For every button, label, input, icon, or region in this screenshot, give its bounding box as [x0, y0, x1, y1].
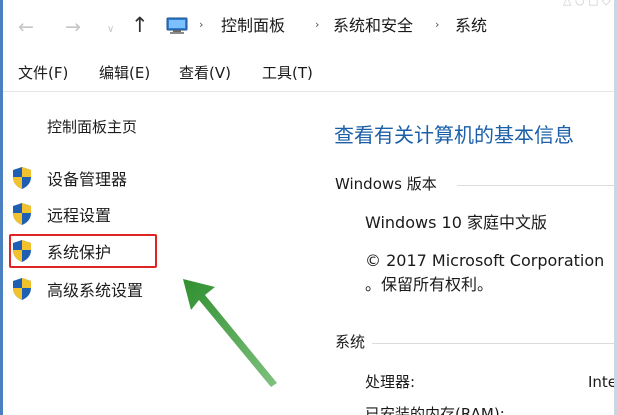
task-label: 设备管理器	[47, 170, 128, 189]
green-arrow-icon	[183, 279, 277, 387]
menu-view[interactable]: 查看(V)	[179, 64, 231, 82]
task-label: 高级系统设置	[47, 281, 144, 300]
page-title: 查看有关计算机的基本信息	[334, 123, 574, 147]
up-arrow-icon[interactable]: ↑	[131, 15, 149, 36]
window-scrollbar-track[interactable]	[614, 0, 618, 415]
computer-icon	[166, 17, 188, 34]
task-label: 远程设置	[47, 206, 112, 225]
section-divider	[372, 343, 614, 344]
breadcrumb-separator-icon: ›	[435, 18, 440, 31]
breadcrumb-separator-icon: ›	[315, 18, 320, 31]
menu-edit[interactable]: 编辑(E)	[99, 64, 150, 82]
breadcrumb-system-and-security[interactable]: 系统和安全	[333, 16, 413, 36]
uac-shield-icon	[13, 278, 31, 300]
breadcrumb-separator-icon: ›	[199, 18, 204, 31]
forward-arrow-icon[interactable]: →	[65, 17, 81, 37]
menu-bar: 文件(F) 编辑(E) 查看(V) 工具(T)	[3, 55, 614, 92]
uac-shield-icon	[13, 203, 31, 225]
menu-file[interactable]: 文件(F)	[18, 64, 68, 82]
menu-tools[interactable]: 工具(T)	[262, 64, 313, 82]
main-content-pane: 查看有关计算机的基本信息 Windows 版本 Windows 10 家庭中文版…	[320, 92, 614, 415]
section-divider	[457, 185, 614, 186]
advanced-system-settings-link[interactable]: 高级系统设置	[11, 277, 143, 301]
windows-edition-value: Windows 10 家庭中文版	[365, 213, 547, 232]
recent-locations-chevron-icon[interactable]: ∨	[107, 20, 114, 40]
remote-settings-link[interactable]: 远程设置	[11, 202, 111, 226]
breadcrumb-system[interactable]: 系统	[455, 16, 487, 36]
windows-edition-heading: Windows 版本	[335, 175, 437, 193]
watermark-fragment: △ ○ □ ◇	[563, 0, 611, 7]
uac-shield-icon	[13, 167, 31, 189]
processor-label: 处理器:	[365, 373, 416, 391]
back-arrow-icon[interactable]: ←	[18, 17, 34, 37]
red-highlight-box	[9, 234, 157, 268]
copyright-line-1: © 2017 Microsoft Corporation	[365, 251, 605, 270]
device-manager-link[interactable]: 设备管理器	[11, 166, 127, 190]
address-bar: ← → ∨ ↑ › 控制面板 › 系统和安全 › 系统 △ ○ □ ◇	[3, 0, 614, 55]
system-heading: 系统	[335, 333, 366, 351]
memory-label: 已安装的内存(RAM):	[365, 405, 505, 415]
control-panel-home-link[interactable]: 控制面板主页	[47, 116, 137, 137]
breadcrumb-control-panel[interactable]: 控制面板	[221, 16, 285, 36]
processor-value: Intel	[588, 373, 614, 391]
copyright-line-2: 。保留所有权利。	[365, 275, 494, 294]
